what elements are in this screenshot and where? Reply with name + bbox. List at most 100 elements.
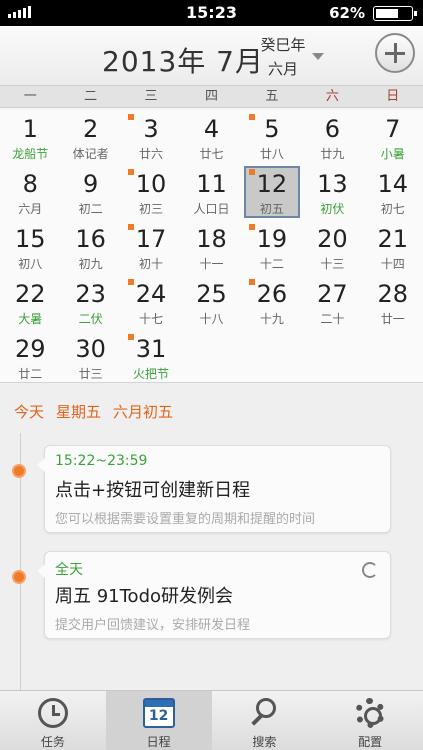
add-event-button[interactable] [375, 33, 415, 73]
day-number: 8 [22, 170, 38, 198]
event-indicator-dot [127, 334, 134, 340]
day-number: 23 [75, 280, 106, 308]
lunar-day-label: 二十 [320, 312, 345, 326]
tab-settings[interactable]: 配置 [317, 691, 423, 750]
event-card[interactable]: 全天 周五 91Todo研发例会 提交用户回馈建议，安排研发日程 [37, 551, 391, 639]
tab-label: 日程 [146, 735, 171, 749]
lunar-day-label: 十一 [199, 257, 224, 271]
repeat-icon [362, 562, 378, 578]
tab-label: 搜索 [252, 735, 277, 749]
weekday-text: 星期五 [56, 403, 102, 421]
tab-label: 配置 [358, 735, 383, 749]
lunar-day-label: 十九 [259, 312, 284, 326]
lunar-day-label: 火把节 [133, 367, 170, 381]
calendar-day[interactable]: 12 初五 [242, 165, 302, 220]
lunar-day-label: 十七 [139, 312, 164, 326]
tab-tasks[interactable]: 任务 [0, 691, 106, 750]
calendar-day[interactable]: 28 廿一 [363, 275, 423, 330]
lunar-day-label: 龙船节 [12, 147, 49, 161]
calendar-day[interactable]: 19 十二 [242, 220, 302, 275]
tab-schedule[interactable]: 12 日程 [105, 691, 212, 750]
tab-label: 任务 [40, 735, 65, 749]
calendar-day[interactable]: 20 十三 [302, 220, 362, 275]
event-card[interactable]: 15:22~23:59 点击+按钮可创建新日程 您可以根据需要设置重复的周期和提… [37, 445, 391, 533]
day-number: 20 [317, 225, 348, 253]
lunar-day-label: 廿一 [380, 312, 405, 326]
calendar-day[interactable]: 21 十四 [363, 220, 423, 275]
today-label[interactable]: 今天 [14, 401, 44, 422]
gear-icon [355, 698, 386, 728]
lunar-day-label: 廿三 [78, 367, 103, 381]
lunar-day-label: 初二 [78, 202, 103, 216]
clock-icon [37, 698, 68, 728]
day-number: 4 [203, 115, 220, 143]
event-indicator-dot [248, 114, 255, 120]
month-title[interactable]: 2013年 7月 [102, 40, 264, 80]
day-number: 7 [385, 115, 401, 143]
event-marker [12, 464, 26, 478]
lunar-day-label: 初五 [259, 202, 284, 216]
lunar-day-label: 初十 [139, 257, 164, 271]
calendar-day[interactable]: 13 初伏 [302, 165, 362, 220]
tab-search[interactable]: 搜索 [212, 691, 318, 750]
lunar-month: 六月 [267, 60, 298, 78]
lunar-day-label: 十四 [380, 257, 405, 271]
lunar-day-label: 廿七 [199, 147, 224, 161]
lunar-day-label: 初八 [18, 257, 43, 271]
day-number: 12 [256, 170, 288, 198]
calendar-day[interactable]: 11 人口日 [181, 165, 241, 220]
calendar-day[interactable]: 22 大暑 [0, 275, 60, 330]
lunar-day-label: 廿二 [18, 367, 43, 381]
calendar-day[interactable]: 1 龙船节 [0, 110, 60, 165]
lunar-day-label: 人口日 [193, 202, 230, 216]
lunar-day-label: 廿八 [259, 147, 284, 161]
weekday-label: 四 [204, 89, 218, 104]
calendar-day[interactable]: 31 火把节 [121, 330, 181, 385]
lunar-day-label: 二伏 [78, 312, 103, 326]
event-indicator-dot [127, 114, 134, 120]
calendar-day[interactable]: 17 初十 [121, 220, 181, 275]
calendar-day[interactable]: 26 十九 [242, 275, 302, 330]
calendar-day[interactable]: 27 二十 [302, 275, 362, 330]
lunar-year: 癸巳年 [260, 36, 306, 54]
calendar-day[interactable]: 30 廿三 [60, 330, 120, 385]
calendar-day[interactable]: 2 体记者 [60, 110, 120, 165]
calendar-day[interactable]: 3 廿六 [121, 110, 181, 165]
event-indicator-dot [127, 224, 134, 230]
lunar-day-label: 十三 [320, 257, 345, 271]
lunar-month-selector[interactable]: 癸巳年 六月 [258, 34, 308, 79]
day-number: 6 [324, 115, 340, 143]
battery-icon [373, 6, 417, 21]
day-number: 27 [317, 280, 348, 308]
calendar-header: 2013年 7月 癸巳年 六月 [0, 26, 423, 86]
calendar-day[interactable]: 15 初八 [0, 220, 60, 275]
calendar-day[interactable]: 6 廿九 [302, 110, 362, 165]
calendar-day[interactable]: 4 廿七 [181, 110, 241, 165]
calendar-day[interactable]: 10 初三 [121, 165, 181, 220]
calendar-icon-number: 12 [148, 708, 169, 724]
weekday-label: 一 [23, 89, 37, 104]
calendar-day[interactable]: 23 二伏 [60, 275, 120, 330]
event-time: 全天 [55, 562, 83, 578]
day-number: 21 [377, 225, 409, 253]
calendar-day[interactable]: 16 初九 [60, 220, 120, 275]
calendar-day[interactable]: 14 初七 [363, 165, 423, 220]
calendar-day[interactable]: 9 初二 [60, 165, 120, 220]
calendar-day[interactable]: 7 小暑 [363, 110, 423, 165]
weekday-label: 二 [84, 89, 98, 104]
event-time: 15:22~23:59 [55, 453, 148, 469]
dropdown-caret-icon[interactable] [312, 53, 324, 60]
calendar-day[interactable]: 8 六月 [0, 165, 60, 220]
lunar-day-label: 十八 [199, 312, 224, 326]
day-agenda: 今天 星期五 六月初五 15:22~23:59 点击+按钮可创建新日程 您可以根… [0, 382, 423, 703]
battery-percent: 62% [329, 4, 365, 22]
calendar-day[interactable]: 25 十八 [181, 275, 241, 330]
calendar-day[interactable]: 29 廿二 [0, 330, 60, 385]
day-number: 15 [14, 225, 46, 253]
calendar-day[interactable]: 5 廿八 [242, 110, 302, 165]
calendar-day[interactable]: 18 十一 [181, 220, 241, 275]
event-indicator-dot [248, 224, 255, 230]
weekday-label: 三 [144, 89, 158, 104]
calendar-day[interactable]: 24 十七 [121, 275, 181, 330]
day-number: 16 [75, 225, 106, 253]
